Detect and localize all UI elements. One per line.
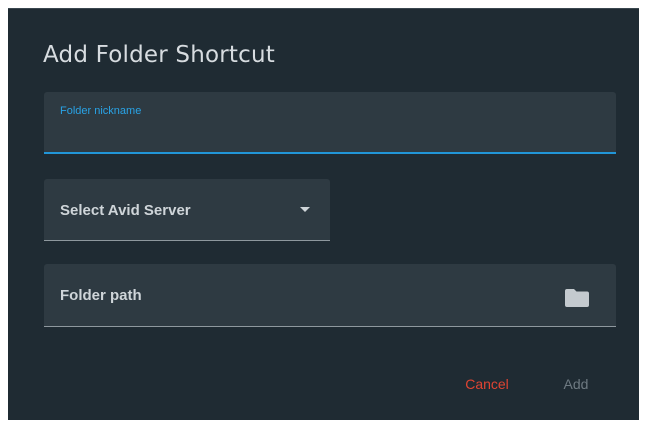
dialog-title: Add Folder Shortcut	[43, 42, 275, 68]
folder-nickname-field[interactable]: Folder nickname	[44, 92, 616, 154]
cancel-button[interactable]: Cancel	[452, 366, 522, 402]
folder-path-field[interactable]: Folder path	[44, 264, 616, 327]
folder-nickname-label: Folder nickname	[60, 105, 142, 117]
avid-server-select[interactable]: Select Avid Server	[44, 179, 330, 241]
folder-icon[interactable]	[563, 288, 591, 308]
avid-server-select-label: Select Avid Server	[60, 202, 191, 219]
dropdown-arrow-icon	[300, 207, 310, 212]
add-folder-shortcut-dialog: Add Folder Shortcut Folder nickname Sele…	[8, 8, 639, 420]
add-button[interactable]: Add	[548, 366, 604, 402]
folder-path-label: Folder path	[60, 287, 142, 304]
